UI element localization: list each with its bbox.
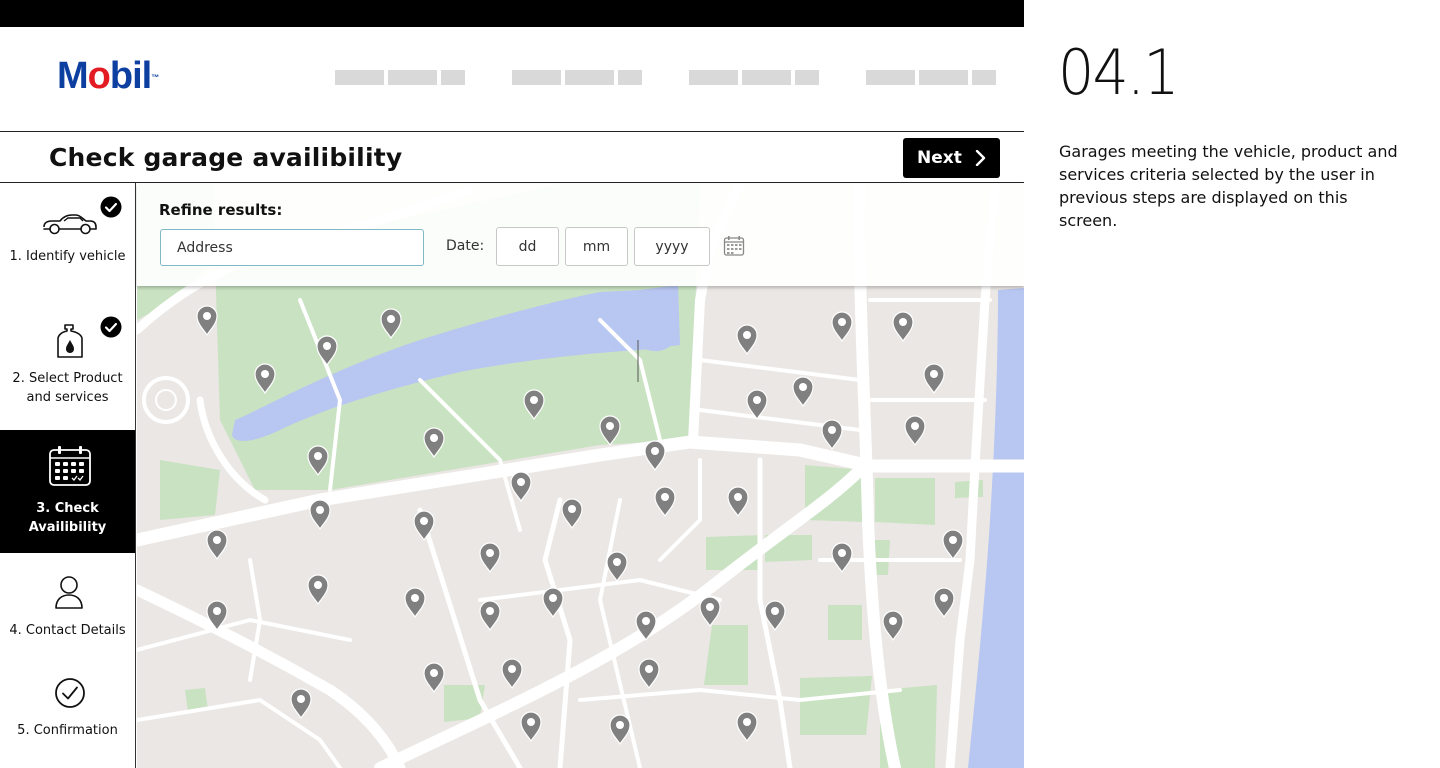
step-confirmation[interactable]: 5. Confirmation (0, 653, 135, 768)
nav-item-placeholder-3[interactable] (689, 70, 819, 85)
step-label: 4. Contact Details (9, 623, 126, 638)
logo-text: Mobil (57, 55, 152, 97)
chevron-right-icon (975, 150, 986, 166)
oil-bottle-icon (57, 324, 83, 358)
address-input[interactable] (160, 229, 424, 266)
next-button-label: Next (917, 148, 962, 168)
refine-panel: Refine results: Date: (137, 184, 1024, 286)
step-label: 5. Confirmation (17, 723, 118, 738)
nav-item-placeholder-2[interactable] (512, 70, 642, 85)
logo-trademark: ™ (151, 73, 160, 82)
nav-item-placeholder-1[interactable] (335, 70, 465, 85)
step-label: 1. Identify vehicle (9, 249, 126, 264)
day-input[interactable] (496, 227, 559, 266)
person-icon (55, 576, 83, 609)
calendar-icon[interactable] (723, 235, 745, 257)
slide-number: 04.1 (1058, 36, 1179, 109)
check-badge-icon (100, 316, 122, 338)
car-icon (43, 214, 97, 235)
step-check-availability[interactable]: 3. Check Availibility (0, 430, 135, 553)
year-input[interactable] (634, 227, 710, 266)
check-circle-icon (55, 678, 85, 708)
page-title: Check garage availibility (49, 143, 403, 172)
top-bar (0, 0, 1024, 27)
next-button[interactable]: Next (903, 138, 1000, 178)
step-label: 2. Select Product and services (12, 371, 123, 405)
slide-description: Garages meeting the vehicle, product and… (1059, 142, 1398, 230)
month-input[interactable] (565, 227, 628, 266)
site-header: Mobil™ (0, 27, 1024, 131)
app-window: Mobil™ Check garage availibility Next 1.… (0, 0, 1024, 768)
nav-item-placeholder-4[interactable] (866, 70, 996, 85)
check-badge-icon (100, 196, 122, 218)
date-label: Date: (446, 238, 485, 254)
step-identify-vehicle[interactable]: 1. Identify vehicle (0, 183, 135, 306)
step-select-product[interactable]: 2. Select Product and services (0, 306, 135, 430)
annotation-panel: 04.1 Garages meeting the vehicle, produc… (1024, 0, 1440, 768)
mobil-logo[interactable]: Mobil™ (57, 55, 159, 97)
steps-sidebar: 1. Identify vehicle 2. Select Product an… (0, 183, 136, 768)
step-label: 3. Check Availibility (28, 501, 107, 535)
refine-title: Refine results: (159, 201, 283, 219)
title-bar: Check garage availibility Next (0, 131, 1024, 183)
calendar-icon (49, 446, 91, 486)
step-contact-details[interactable]: 4. Contact Details (0, 553, 135, 653)
